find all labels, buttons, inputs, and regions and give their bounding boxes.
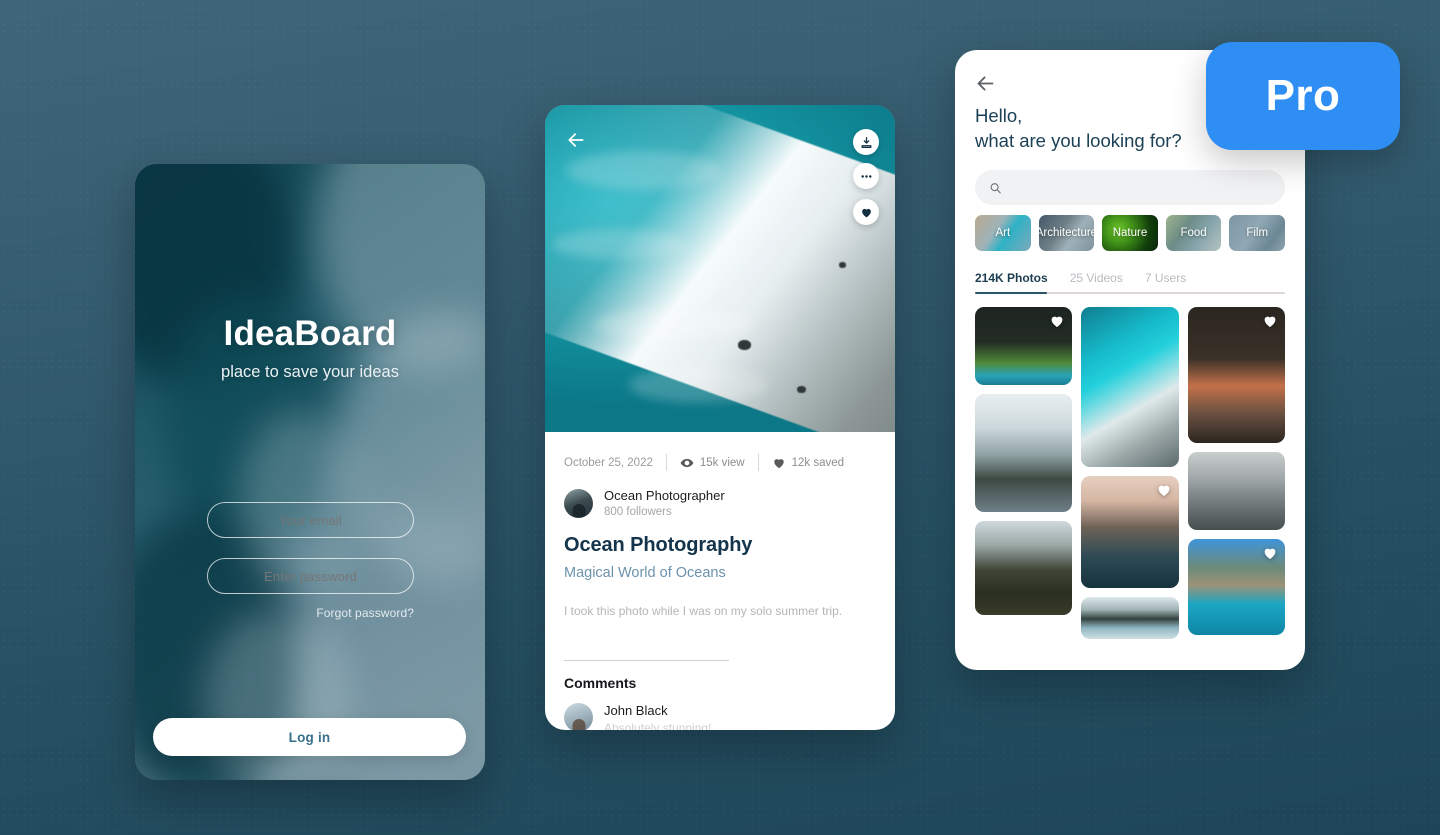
brand-block: IdeaBoard place to save your ideas [135, 314, 485, 382]
comments-heading: Comments [564, 675, 637, 692]
tab-underline-active [975, 292, 1047, 295]
tab-videos[interactable]: 25 Videos [1070, 271, 1123, 292]
author-name: Ocean Photographer [604, 488, 725, 503]
ellipsis-icon [860, 174, 872, 178]
photo-grid [975, 307, 1285, 640]
chip-nature[interactable]: Nature [1102, 215, 1158, 252]
password-input[interactable] [207, 558, 414, 594]
email-input[interactable] [207, 502, 414, 538]
chip-architecture[interactable]: Architecture [1038, 215, 1095, 252]
more-options-button[interactable] [853, 163, 879, 189]
chip-label: Food [1180, 227, 1207, 240]
photo-meta-row: October 25, 2022 15k view 12k saved [564, 454, 876, 471]
comment-author: John Black [604, 703, 668, 719]
post-description: I took this photo while I was on my solo… [564, 604, 843, 619]
like-button[interactable] [853, 199, 879, 225]
author-row[interactable]: Ocean Photographer 800 followers [564, 488, 876, 518]
comment-item: John Black Absolutely stunning! [564, 703, 876, 730]
mushroom-photo[interactable] [1187, 307, 1285, 444]
hero-photo-ocean-wave [545, 105, 895, 432]
blue-lagoon-photo[interactable] [1187, 539, 1285, 636]
heart-icon [773, 458, 784, 468]
meta-divider [757, 454, 759, 471]
tab-photos[interactable]: 214K Photos [975, 271, 1048, 292]
pro-badge-label: Pro [1265, 71, 1341, 120]
avatar [564, 488, 593, 518]
tab-underline-track [975, 292, 1285, 295]
comment-text: Absolutely stunning! [604, 721, 712, 730]
post-subtitle: Magical World of Oceans [564, 565, 726, 582]
pro-badge[interactable]: Pro [1206, 42, 1400, 150]
saved-count: 12k saved [772, 456, 844, 470]
app-tagline: place to save your ideas [221, 363, 399, 381]
like-badge[interactable] [1156, 482, 1172, 498]
back-button[interactable] [563, 127, 589, 153]
ocean-wave-photo[interactable] [1081, 307, 1179, 468]
saved-count-label: 12k saved [791, 456, 845, 469]
photo-date: October 25, 2022 [564, 456, 653, 469]
avatar [564, 703, 593, 730]
photo-column-1 [975, 307, 1073, 639]
category-chips: Art Architecture Nature Food Film [975, 215, 1285, 252]
chip-art[interactable]: Art [975, 215, 1031, 252]
search-input[interactable] [1011, 180, 1271, 195]
arrow-left-icon [568, 133, 584, 147]
result-tabs: 214K Photos 25 Videos 7 Users [975, 271, 1285, 292]
like-badge[interactable] [1049, 313, 1065, 329]
chip-label: Art [995, 227, 1011, 240]
heart-icon [1264, 316, 1276, 328]
like-badge[interactable] [1262, 313, 1278, 329]
section-divider [564, 660, 729, 662]
chip-label: Film [1246, 227, 1269, 240]
login-screen-card: IdeaBoard place to save your ideas Forgo… [135, 164, 485, 780]
photo-column-3 [1187, 307, 1285, 639]
arrow-left-icon [977, 75, 994, 91]
app-title: IdeaBoard [223, 314, 397, 353]
author-followers: 800 followers [604, 506, 672, 519]
chip-label: Nature [1112, 227, 1148, 240]
download-icon [861, 136, 871, 148]
like-badge[interactable] [1262, 545, 1278, 561]
login-button[interactable]: Log in [153, 718, 466, 756]
poppy-field-photo[interactable] [975, 521, 1073, 616]
chip-label: Architecture [1038, 227, 1095, 240]
forest-lake-photo[interactable] [975, 307, 1073, 386]
meta-divider [665, 454, 667, 471]
forgot-password-link[interactable]: Forgot password? [316, 606, 414, 620]
heart-icon [1051, 316, 1063, 328]
tab-users[interactable]: 7 Users [1145, 271, 1186, 292]
download-button[interactable] [853, 129, 879, 155]
search-bar[interactable] [975, 170, 1285, 206]
heart-icon [1158, 485, 1170, 497]
view-count: 15k view [680, 456, 745, 470]
chip-food[interactable]: Food [1165, 215, 1222, 252]
heart-icon [861, 208, 871, 217]
view-count-label: 15k view [699, 456, 745, 469]
back-button[interactable] [975, 72, 1001, 94]
grey-mountains-photo[interactable] [1187, 452, 1285, 531]
sea-rocks-photo[interactable] [1081, 476, 1179, 589]
eye-icon [680, 458, 694, 467]
photo-column-2 [1081, 307, 1179, 640]
page-title: Ocean Photography [564, 534, 753, 557]
lake-reflection-photo[interactable] [1081, 597, 1179, 640]
search-icon [990, 182, 1001, 194]
chip-film[interactable]: Film [1229, 215, 1285, 252]
heart-icon [1264, 548, 1276, 560]
mountain-cabin-photo[interactable] [975, 394, 1073, 513]
photo-detail-card: October 25, 2022 15k view 12k saved Ocea… [545, 105, 895, 730]
